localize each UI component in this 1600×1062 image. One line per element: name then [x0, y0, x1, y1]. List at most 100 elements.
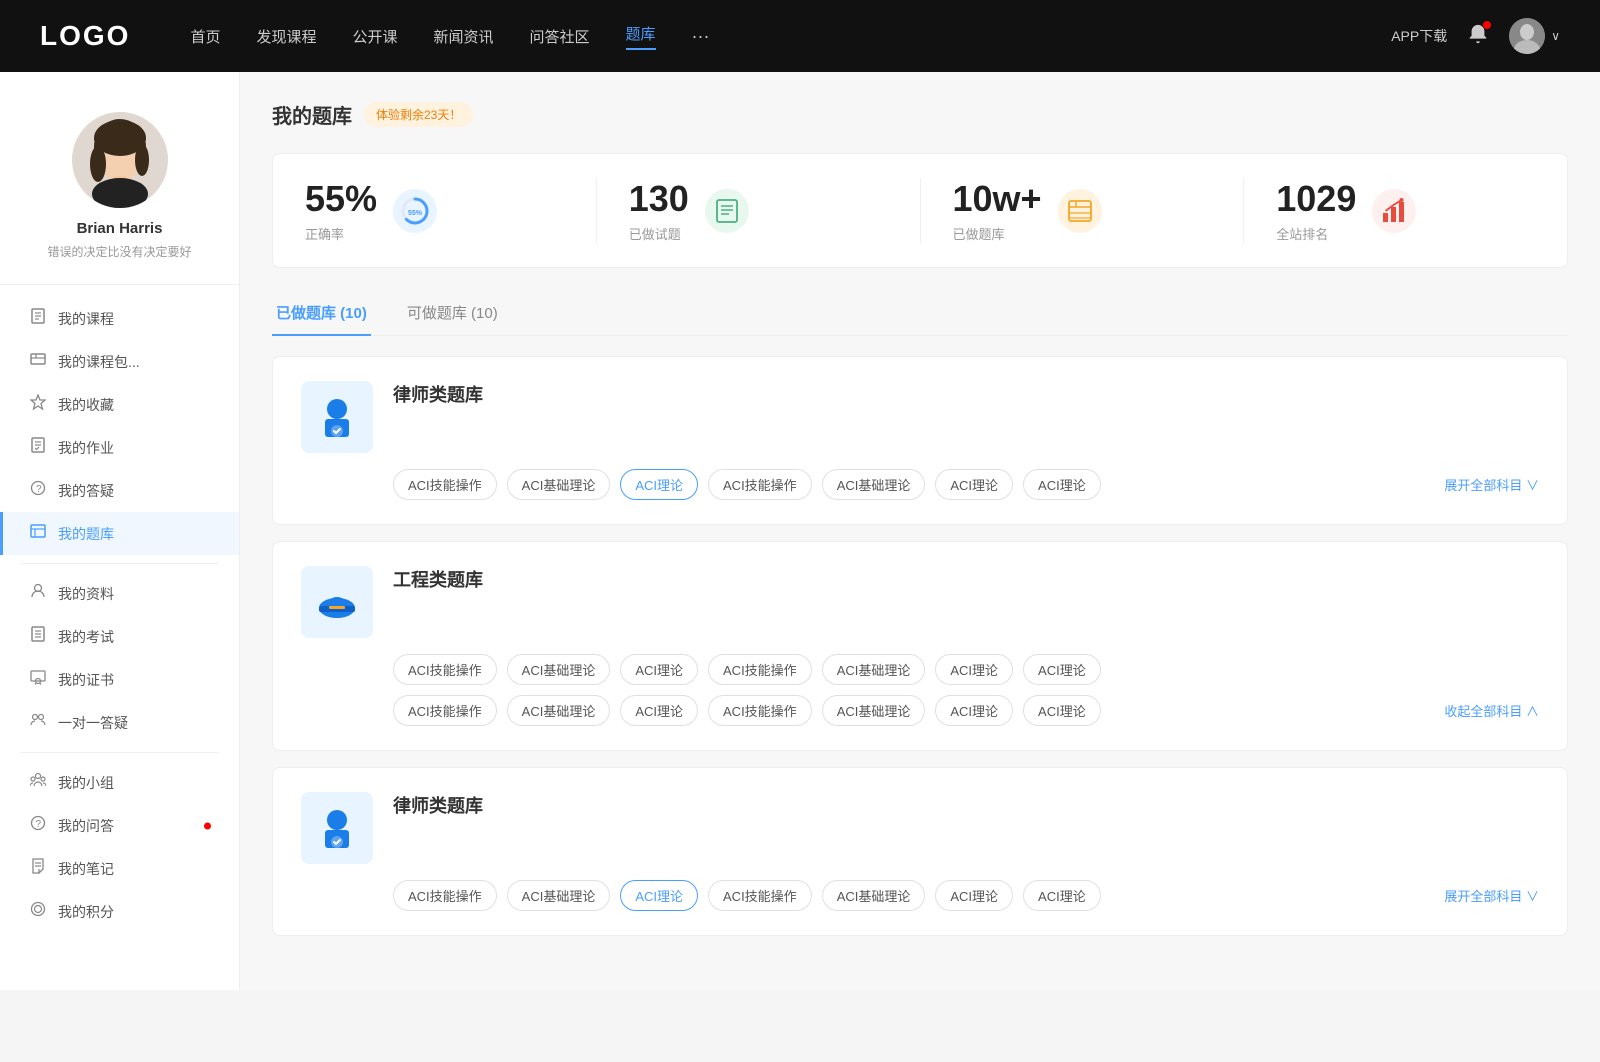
bank-card-3-icon: [301, 792, 373, 864]
nav-item-question-bank[interactable]: 题库: [626, 23, 656, 50]
my-course-icon: [28, 308, 48, 329]
bank-card-3-expand-btn[interactable]: 展开全部科目 ∨: [1444, 886, 1539, 905]
notification-dot: [1483, 21, 1491, 29]
stat-done-banks-number: 10w+: [953, 178, 1042, 220]
bank-card-2-icon: [301, 566, 373, 638]
sidebar: Brian Harris 错误的决定比没有决定要好 我的课程 我的课程包...: [0, 72, 240, 990]
stat-done-banks-label: 已做题库: [953, 224, 1042, 243]
stat-accuracy-text: 55% 正确率: [305, 178, 377, 243]
bank-card-2-tag-2[interactable]: ACI理论: [620, 654, 698, 685]
bank-card-1-header: 律师类题库: [301, 381, 1539, 453]
header: LOGO 首页 发现课程 公开课 新闻资讯 问答社区 题库 ··· APP下载 …: [0, 0, 1600, 72]
profile-avatar[interactable]: [72, 112, 168, 208]
sidebar-item-my-favorites[interactable]: 我的收藏: [0, 383, 239, 426]
stat-done-banks-icon: [1058, 189, 1102, 233]
star-icon: [28, 394, 48, 415]
bank-card-2-tag2-4[interactable]: ACI基础理论: [822, 695, 926, 726]
sidebar-item-my-course[interactable]: 我的课程: [0, 297, 239, 340]
user-avatar-wrapper[interactable]: ∨: [1509, 18, 1560, 54]
profile-name: Brian Harris: [77, 220, 163, 237]
question-icon: ?: [28, 480, 48, 501]
my-question-bank-label: 我的题库: [58, 524, 114, 544]
sidebar-item-my-certificate[interactable]: 我的证书: [0, 658, 239, 701]
bank-card-3-tag-4[interactable]: ACI基础理论: [822, 880, 926, 911]
bank-card-2-tag2-3[interactable]: ACI技能操作: [708, 695, 812, 726]
stat-site-rank-icon: [1372, 189, 1416, 233]
bank-card-1-title-text: 律师类题库: [393, 381, 483, 407]
sidebar-item-my-homework[interactable]: 我的作业: [0, 426, 239, 469]
bank-card-2-tag-0[interactable]: ACI技能操作: [393, 654, 497, 685]
stat-site-rank-label: 全站排名: [1276, 224, 1356, 243]
nav-item-discover[interactable]: 发现课程: [256, 26, 316, 47]
bank-card-2-tag2-1[interactable]: ACI基础理论: [507, 695, 611, 726]
bank-card-2-tag2-0[interactable]: ACI技能操作: [393, 695, 497, 726]
bank-card-1-tags: ACI技能操作 ACI基础理论 ACI理论 ACI技能操作 ACI基础理论 AC…: [301, 469, 1539, 500]
sidebar-item-my-profile[interactable]: 我的资料: [0, 572, 239, 615]
nav-item-home[interactable]: 首页: [190, 26, 220, 47]
bank-card-3-tag-2[interactable]: ACI理论: [620, 880, 698, 911]
stat-accuracy: 55% 正确率 55%: [273, 178, 597, 243]
bank-card-2-collapse-btn[interactable]: 收起全部科目 ∧: [1444, 701, 1539, 720]
nav-item-qa[interactable]: 问答社区: [530, 26, 590, 47]
tab-done-banks[interactable]: 已做题库 (10): [272, 292, 371, 335]
bank-card-1-tag-6[interactable]: ACI理论: [1023, 469, 1101, 500]
bank-card-1-expand-btn[interactable]: 展开全部科目 ∨: [1444, 475, 1539, 494]
sidebar-item-my-question-bank[interactable]: 我的题库: [0, 512, 239, 555]
stat-done-questions-text: 130 已做试题: [629, 178, 689, 243]
bank-card-1-icon: [301, 381, 373, 453]
sidebar-item-my-exam[interactable]: 我的考试: [0, 615, 239, 658]
sidebar-item-one-on-one[interactable]: 一对一答疑: [0, 701, 239, 744]
bank-card-1-tag-1[interactable]: ACI基础理论: [507, 469, 611, 500]
my-course-package-label: 我的课程包...: [58, 352, 140, 372]
bank-card-3-tag-6[interactable]: ACI理论: [1023, 880, 1101, 911]
bank-card-1-tag-4[interactable]: ACI基础理论: [822, 469, 926, 500]
bank-card-2-tag2-2[interactable]: ACI理论: [620, 695, 698, 726]
page-title: 我的题库: [272, 100, 352, 129]
bank-card-3-tag-0[interactable]: ACI技能操作: [393, 880, 497, 911]
nav-item-news[interactable]: 新闻资讯: [434, 26, 494, 47]
stat-site-rank-text: 1029 全站排名: [1276, 178, 1356, 243]
bank-card-2-tag-1[interactable]: ACI基础理论: [507, 654, 611, 685]
bank-card-2-tag2-6[interactable]: ACI理论: [1023, 695, 1101, 726]
bank-card-2-tag-5[interactable]: ACI理论: [935, 654, 1013, 685]
sidebar-item-my-course-package[interactable]: 我的课程包...: [0, 340, 239, 383]
sidebar-item-my-questions[interactable]: ? 我的答疑: [0, 469, 239, 512]
bank-card-1-tag-5[interactable]: ACI理论: [935, 469, 1013, 500]
my-notes-label: 我的笔记: [58, 859, 114, 879]
bank-card-2-tag-4[interactable]: ACI基础理论: [822, 654, 926, 685]
bank-card-1-tag-2[interactable]: ACI理论: [620, 469, 698, 500]
tab-available-banks[interactable]: 可做题库 (10): [403, 292, 502, 335]
trial-badge: 体验剩余23天！: [364, 102, 473, 127]
stat-accuracy-label: 正确率: [305, 224, 377, 243]
notification-bell[interactable]: [1467, 23, 1489, 50]
bank-card-3-tag-5[interactable]: ACI理论: [935, 880, 1013, 911]
bank-card-2-tag-6[interactable]: ACI理论: [1023, 654, 1101, 685]
bank-card-2-tag-3[interactable]: ACI技能操作: [708, 654, 812, 685]
question-bank-icon: [28, 523, 48, 544]
bank-card-2-tag2-5[interactable]: ACI理论: [935, 695, 1013, 726]
nav-item-more[interactable]: ···: [692, 26, 710, 47]
logo[interactable]: LOGO: [40, 20, 130, 52]
app-download-button[interactable]: APP下载: [1391, 26, 1447, 46]
stat-done-questions-label: 已做试题: [629, 224, 689, 243]
my-points-label: 我的积分: [58, 902, 114, 922]
bank-card-2-title: 工程类题库: [393, 566, 483, 592]
stat-accuracy-number: 55%: [305, 178, 377, 220]
menu-divider-2: [20, 752, 219, 753]
menu-divider-1: [20, 563, 219, 564]
bank-card-3-tag-3[interactable]: ACI技能操作: [708, 880, 812, 911]
sidebar-item-my-answers[interactable]: ? 我的问答: [0, 804, 239, 847]
bank-card-3-tag-1[interactable]: ACI基础理论: [507, 880, 611, 911]
stats-bar: 55% 正确率 55% 130 已做试题: [272, 153, 1568, 268]
sidebar-item-my-group[interactable]: 我的小组: [0, 761, 239, 804]
bank-card-2-tags-row2: ACI技能操作 ACI基础理论 ACI理论 ACI技能操作 ACI基础理论 AC…: [301, 695, 1539, 726]
my-profile-label: 我的资料: [58, 584, 114, 604]
sidebar-item-my-notes[interactable]: 我的笔记: [0, 847, 239, 890]
nav-item-open-course[interactable]: 公开课: [352, 26, 397, 47]
bank-card-3-title-text: 律师类题库: [393, 792, 483, 818]
bank-card-1-tag-3[interactable]: ACI技能操作: [708, 469, 812, 500]
notes-icon: [28, 858, 48, 879]
stat-site-rank-number: 1029: [1276, 178, 1356, 220]
bank-card-1-tag-0[interactable]: ACI技能操作: [393, 469, 497, 500]
sidebar-item-my-points[interactable]: 我的积分: [0, 890, 239, 933]
